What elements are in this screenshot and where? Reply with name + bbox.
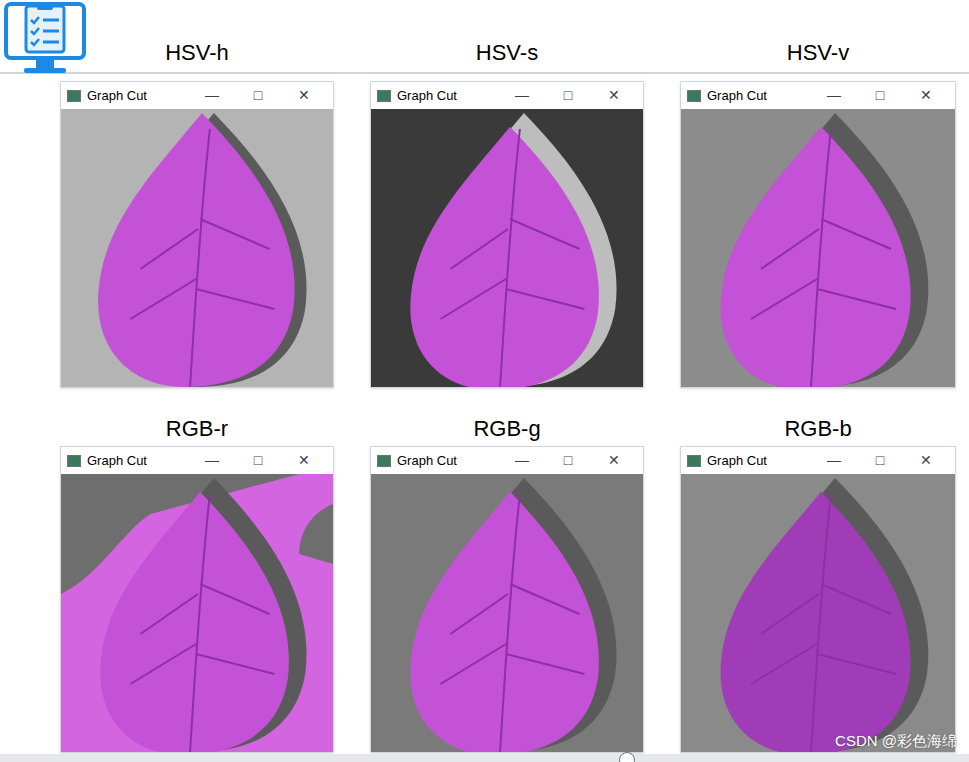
maximize-button[interactable]: □ [235,450,281,471]
panel-label: RGB-b [680,415,956,443]
document-icon [2,0,88,78]
minimize-button[interactable]: — [189,450,235,471]
app-icon [377,455,391,467]
title-bar[interactable]: Graph Cut—□✕ [681,82,955,109]
window-title: Graph Cut [707,86,811,106]
maximize-button[interactable]: □ [545,450,591,471]
minimize-button[interactable]: — [811,450,857,471]
window-title: Graph Cut [707,451,811,471]
minimize-button[interactable]: — [499,450,545,471]
maximize-button[interactable]: □ [545,85,591,106]
segmentation-image [61,474,333,752]
scroll-thumb[interactable] [619,752,635,762]
panel-label: HSV-v [680,39,956,67]
graph-cut-window[interactable]: Graph Cut—□✕ [60,81,334,388]
app-icon [377,90,391,102]
close-button[interactable]: ✕ [591,450,637,471]
scrollbar[interactable] [0,754,969,762]
segmentation-image [681,474,955,752]
segmentation-image [61,109,333,387]
window-title: Graph Cut [87,86,189,106]
close-button[interactable]: ✕ [591,85,637,106]
graph-cut-window[interactable]: Graph Cut—□✕ [60,446,334,753]
app-icon [687,90,701,102]
close-button[interactable]: ✕ [281,85,327,106]
close-button[interactable]: ✕ [903,450,949,471]
title-bar[interactable]: Graph Cut—□✕ [61,82,333,109]
graph-cut-window[interactable]: Graph Cut—□✕ [680,446,956,753]
segmentation-image [371,474,643,752]
close-button[interactable]: ✕ [281,450,327,471]
graph-cut-window[interactable]: Graph Cut—□✕ [370,81,644,388]
maximize-button[interactable]: □ [857,85,903,106]
graph-cut-window[interactable]: Graph Cut—□✕ [680,81,956,388]
maximize-button[interactable]: □ [235,85,281,106]
panel-label: RGB-g [370,415,644,443]
panel-label: HSV-h [60,39,334,67]
panel-label: HSV-s [370,39,644,67]
segmentation-image [681,109,955,387]
title-bar[interactable]: Graph Cut—□✕ [371,82,643,109]
minimize-button[interactable]: — [499,85,545,106]
window-title: Graph Cut [87,451,189,471]
minimize-button[interactable]: — [189,85,235,106]
app-icon [67,455,81,467]
window-title: Graph Cut [397,86,499,106]
minimize-button[interactable]: — [811,85,857,106]
window-title: Graph Cut [397,451,499,471]
panel-label: RGB-r [60,415,334,443]
segmentation-image [371,109,643,387]
app-icon [687,455,701,467]
maximize-button[interactable]: □ [857,450,903,471]
title-bar[interactable]: Graph Cut—□✕ [681,447,955,474]
app-icon [67,90,81,102]
watermark: CSDN @彩色海绵 [835,730,957,753]
title-bar[interactable]: Graph Cut—□✕ [61,447,333,474]
graph-cut-window[interactable]: Graph Cut—□✕ [370,446,644,753]
title-bar[interactable]: Graph Cut—□✕ [371,447,643,474]
close-button[interactable]: ✕ [903,85,949,106]
